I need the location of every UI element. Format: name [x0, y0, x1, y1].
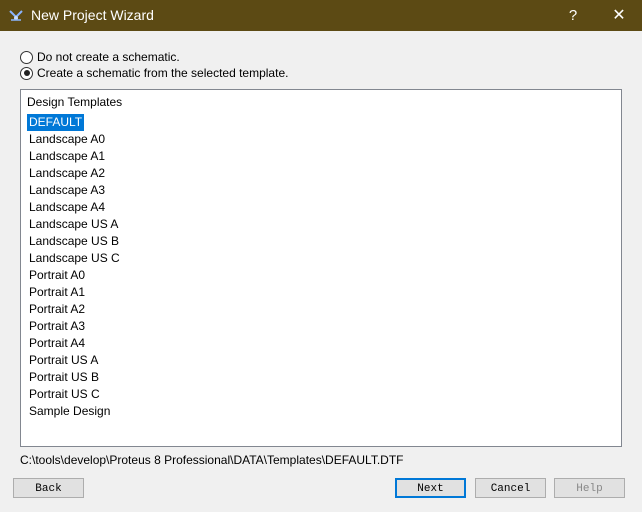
radio-button-unchecked[interactable] [20, 50, 33, 64]
list-item[interactable]: Portrait A4 [27, 335, 122, 352]
radio-from-template-label: Create a schematic from the selected tem… [37, 66, 289, 80]
list-item[interactable]: Portrait A3 [27, 318, 122, 335]
title-bar: New Project Wizard ? ✕ [0, 0, 642, 31]
help-title-button[interactable]: ? [553, 0, 593, 31]
radio-no-schematic[interactable]: Do not create a schematic. [20, 49, 180, 65]
list-item[interactable]: Landscape A3 [27, 182, 122, 199]
close-window-button[interactable]: ✕ [599, 0, 639, 31]
list-item[interactable]: Portrait A1 [27, 284, 122, 301]
list-item[interactable]: Landscape US B [27, 233, 122, 250]
radio-button-checked[interactable] [20, 66, 33, 80]
help-button[interactable]: Help [554, 478, 625, 498]
radio-no-schematic-label: Do not create a schematic. [37, 50, 180, 64]
list-item[interactable]: Landscape US A [27, 216, 122, 233]
list-item[interactable]: Landscape A2 [27, 165, 122, 182]
list-item[interactable]: Landscape A0 [27, 131, 122, 148]
list-item[interactable]: Sample Design [27, 403, 122, 420]
radio-from-template[interactable]: Create a schematic from the selected tem… [20, 65, 288, 81]
list-item[interactable]: Portrait A2 [27, 301, 122, 318]
list-item[interactable]: Portrait US A [27, 352, 122, 369]
design-templates-list[interactable]: Design Templates DEFAULT Landscape A0 La… [20, 89, 622, 447]
proteus-app-icon [9, 10, 23, 21]
list-item[interactable]: Landscape A4 [27, 199, 122, 216]
next-button[interactable]: Next [395, 478, 466, 498]
cancel-button[interactable]: Cancel [475, 478, 546, 498]
list-item[interactable]: Landscape A1 [27, 148, 122, 165]
template-items: DEFAULT Landscape A0 Landscape A1 Landsc… [27, 114, 122, 420]
list-item[interactable]: Portrait US B [27, 369, 122, 386]
template-path: C:\tools\develop\Proteus 8 Professional\… [20, 453, 404, 467]
list-item[interactable]: DEFAULT [27, 114, 85, 131]
back-button[interactable]: Back [13, 478, 84, 498]
list-item[interactable]: Portrait US C [27, 386, 122, 403]
list-item[interactable]: Landscape US C [27, 250, 122, 267]
list-item[interactable]: Portrait A0 [27, 267, 122, 284]
window-title: New Project Wizard [31, 7, 154, 23]
list-header: Design Templates [27, 95, 123, 109]
